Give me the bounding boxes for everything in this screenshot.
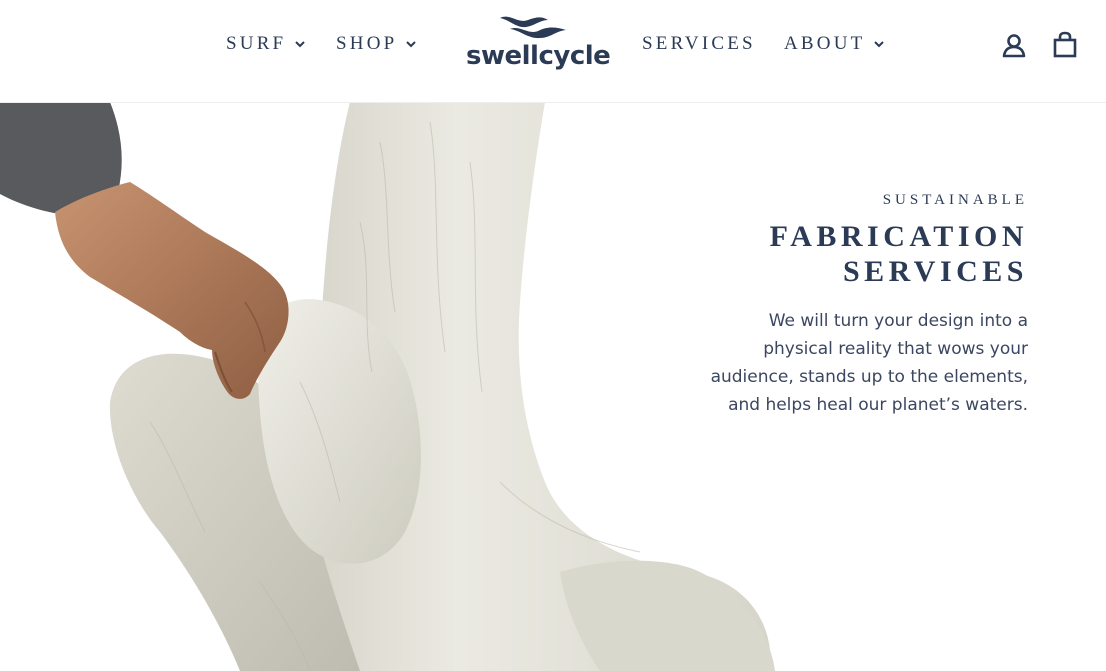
hero-text-block: SUSTAINABLE FABRICATION SERVICES We will… xyxy=(708,192,1028,419)
hero-headline: FABRICATION SERVICES xyxy=(708,219,1028,289)
chevron-down-icon xyxy=(406,41,417,48)
logo-text: swellcycle xyxy=(466,41,611,71)
wave-logo-icon xyxy=(500,16,566,39)
cart-icon[interactable] xyxy=(1051,31,1079,59)
hero-section: SUSTAINABLE FABRICATION SERVICES We will… xyxy=(0,102,1106,671)
nav-surf-label: SURF xyxy=(226,33,287,54)
nav-about[interactable]: ABOUT xyxy=(784,31,885,57)
hero-eyebrow: SUSTAINABLE xyxy=(882,192,1028,208)
hero-headline-line2: SERVICES xyxy=(842,255,1028,288)
logo[interactable]: swellcycle xyxy=(466,14,611,76)
site-header: SURF SHOP swellcycle SERVICES ABOUT xyxy=(0,0,1106,103)
nav-services-label: SERVICES xyxy=(642,33,756,54)
nav-services[interactable]: SERVICES xyxy=(642,31,756,57)
hero-body: We will turn your design into a physical… xyxy=(710,311,1028,415)
page: SURF SHOP swellcycle SERVICES ABOUT SUST… xyxy=(0,0,1106,671)
nav-shop-label: SHOP xyxy=(336,33,398,54)
hero-headline-line1: FABRICATION xyxy=(769,220,1028,253)
nav-about-label: ABOUT xyxy=(784,33,866,54)
nav-shop[interactable]: SHOP xyxy=(336,31,417,57)
account-icon[interactable] xyxy=(1000,31,1028,59)
sculpture-image xyxy=(0,102,775,671)
chevron-down-icon xyxy=(874,41,885,48)
nav-surf[interactable]: SURF xyxy=(226,31,306,57)
chevron-down-icon xyxy=(295,41,306,48)
